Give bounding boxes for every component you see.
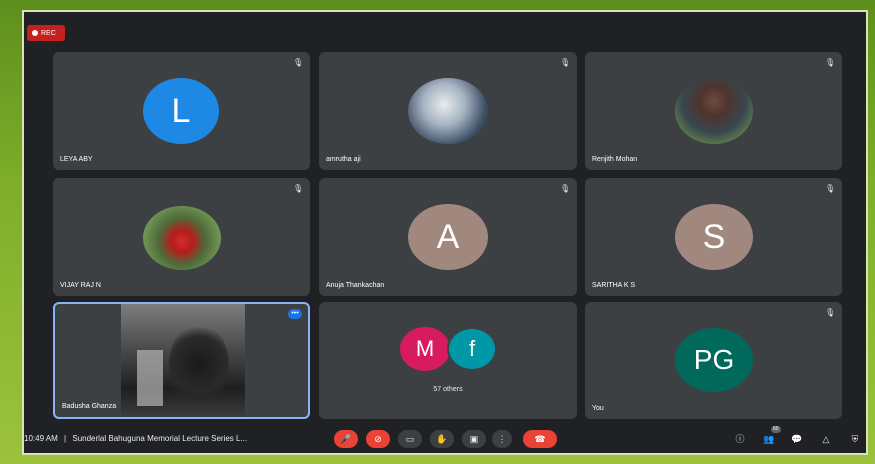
avatar: L xyxy=(143,78,219,144)
avatar-photo xyxy=(143,206,221,270)
avatar-initial: S xyxy=(702,217,726,256)
avatar: f xyxy=(447,327,497,371)
video-door xyxy=(137,350,163,406)
avatar-initial: f xyxy=(468,336,476,361)
end-call-icon: ☎ xyxy=(534,434,546,444)
people-button[interactable]: 👥 xyxy=(762,432,776,446)
participant-tile-anuja-thankachan[interactable]: 🎙 A Anuja Thankachan xyxy=(319,178,577,296)
recording-indicator: REC xyxy=(27,25,65,41)
mic-muted-icon: 🎙 xyxy=(293,184,304,193)
activities-button[interactable]: △ xyxy=(819,432,833,446)
host-controls-icon: ⛨ xyxy=(851,434,859,444)
raise-hand-button[interactable]: ✋ xyxy=(430,430,454,448)
participant-tile-you[interactable]: 🎙 PG You xyxy=(585,302,842,419)
participant-tile-saritha-k-s[interactable]: 🎙 S SARITHA K S xyxy=(585,178,842,296)
others-count: 57 others xyxy=(433,386,463,393)
present-button[interactable]: ▣ xyxy=(462,430,486,448)
meeting-info: 10:49 AM | Sunderlal Bahuguna Memorial L… xyxy=(24,434,247,443)
present-icon: ▣ xyxy=(469,434,479,444)
activities-icon: △ xyxy=(822,434,830,444)
mic-muted-icon: 🎙 xyxy=(293,58,304,67)
mic-toggle-button[interactable]: 🎤 xyxy=(334,430,358,448)
info-icon: ⓘ xyxy=(735,434,745,444)
host-controls-button[interactable]: ⛨ xyxy=(848,432,862,446)
meeting-details-button[interactable]: ⓘ xyxy=(733,432,747,446)
others-tile[interactable]: M f 57 others xyxy=(319,302,577,419)
avatar-initial: A xyxy=(436,217,460,256)
avatar: A xyxy=(408,204,488,270)
video-smoke xyxy=(169,324,229,404)
participant-name: You xyxy=(592,405,604,412)
mic-muted-icon: 🎙 xyxy=(825,184,836,193)
participant-name: SARITHA K S xyxy=(592,282,636,289)
participant-name: VIJAY RAJ N xyxy=(60,282,101,289)
captions-icon: ▭ xyxy=(405,434,415,444)
speaking-indicator-icon: ••• xyxy=(288,309,302,319)
recording-label: REC xyxy=(41,29,56,37)
participant-name: amrutha aji xyxy=(326,156,361,163)
participant-name: Renjith Mohan xyxy=(592,156,638,163)
avatar: PG xyxy=(675,328,753,392)
avatar-initial: PG xyxy=(693,344,735,375)
participant-name: Anuja Thankachan xyxy=(326,282,385,289)
raise-hand-icon: ✋ xyxy=(436,434,448,444)
participant-tile-vijay-raj-n[interactable]: 🎙 VIJAY RAJ N xyxy=(53,178,310,296)
participant-name: LEYA ABY xyxy=(60,156,93,163)
mic-muted-icon: 🎙 xyxy=(825,308,836,317)
avatar: M xyxy=(400,327,450,371)
people-count-badge: 60 xyxy=(771,426,781,433)
camera-off-icon: ⊘ xyxy=(374,434,382,444)
chat-button[interactable]: 💬 xyxy=(790,432,804,446)
avatar-photo xyxy=(408,78,488,144)
clock: 10:49 AM xyxy=(24,434,58,443)
captions-button[interactable]: ▭ xyxy=(398,430,422,448)
mic-muted-icon: 🎙 xyxy=(825,58,836,67)
mic-off-icon: 🎤 xyxy=(340,434,352,444)
end-call-button[interactable]: ☎ xyxy=(523,430,557,448)
more-icon: ⋮ xyxy=(497,434,507,444)
mic-muted-icon: 🎙 xyxy=(560,184,571,193)
avatar-initial: M xyxy=(415,336,435,361)
avatar-initial: L xyxy=(171,91,191,130)
participant-tile-amrutha-aji[interactable]: 🎙 amrutha aji xyxy=(319,52,577,170)
avatar-photo xyxy=(675,78,753,144)
separator: | xyxy=(64,434,67,443)
people-icon: 👥 xyxy=(763,434,775,444)
participant-tile-leya-aby[interactable]: 🎙 L LEYA ABY xyxy=(53,52,310,170)
participant-name: Badusha Ghanza xyxy=(62,403,117,410)
camera-toggle-button[interactable]: ⊘ xyxy=(366,430,390,448)
mic-muted-icon: 🎙 xyxy=(560,58,571,67)
participant-tile-renjith-mohan[interactable]: 🎙 Renjith Mohan xyxy=(585,52,842,170)
meeting-title: Sunderlal Bahuguna Memorial Lecture Seri… xyxy=(72,434,248,443)
participant-video xyxy=(121,304,245,417)
avatar: S xyxy=(675,204,753,270)
chat-icon: 💬 xyxy=(791,434,803,444)
record-dot-icon xyxy=(32,30,38,36)
participant-tile-badusha-ghanza[interactable]: ••• Badusha Ghanza xyxy=(53,302,310,419)
more-options-button[interactable]: ⋮ xyxy=(492,430,512,448)
